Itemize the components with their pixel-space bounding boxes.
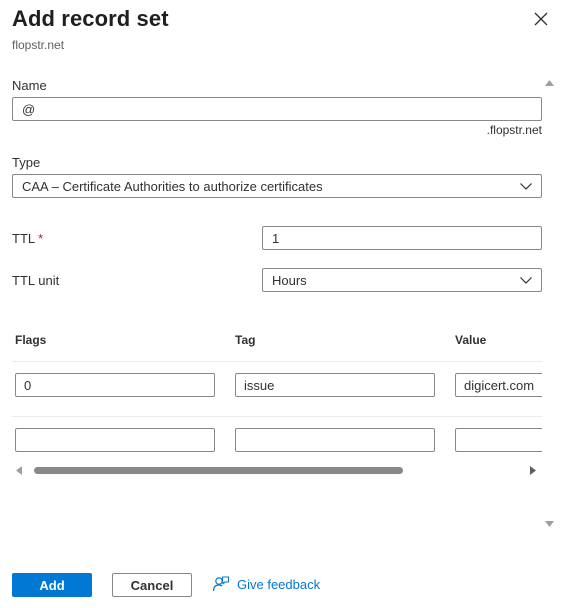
required-marker: * [38, 231, 44, 246]
close-button[interactable] [531, 9, 551, 29]
type-dropdown-value: CAA – Certificate Authorities to authori… [22, 178, 323, 194]
triangle-right-icon [530, 466, 536, 475]
type-dropdown[interactable]: CAA – Certificate Authorities to authori… [12, 174, 542, 198]
triangle-up-icon [545, 80, 554, 86]
add-button[interactable]: Add [12, 573, 92, 597]
value-input[interactable] [455, 373, 542, 397]
panel-subtitle: flopstr.net [12, 38, 65, 52]
triangle-left-icon [16, 466, 22, 475]
scroll-down-arrow[interactable] [545, 514, 554, 532]
feedback-icon [212, 576, 230, 592]
ttl-label: TTL * [12, 231, 43, 246]
type-label: Type [12, 155, 41, 170]
column-header-value: Value [455, 333, 487, 347]
ttl-unit-dropdown-value: Hours [272, 272, 307, 288]
row-divider [12, 361, 542, 362]
ttl-unit-label: TTL unit [12, 273, 60, 288]
close-icon [534, 12, 548, 26]
tag-input[interactable] [235, 373, 435, 397]
flags-input[interactable] [15, 373, 215, 397]
name-suffix: .flopstr.net [486, 123, 542, 137]
name-label: Name [12, 78, 47, 93]
ttl-label-text: TTL [12, 231, 36, 246]
chevron-down-icon [520, 182, 532, 190]
flags-input[interactable] [15, 428, 215, 452]
triangle-down-icon [545, 521, 554, 527]
column-header-flags: Flags [15, 333, 47, 347]
value-input[interactable] [455, 428, 542, 452]
name-input[interactable] [12, 97, 542, 121]
give-feedback-link[interactable]: Give feedback [212, 575, 320, 593]
horizontal-scrollbar[interactable] [12, 463, 542, 477]
scroll-up-arrow[interactable] [545, 73, 554, 91]
column-header-tag: Tag [235, 333, 256, 347]
scrollbar-thumb[interactable] [34, 467, 403, 474]
chevron-down-icon [520, 276, 532, 284]
record-grid: Flags Tag Value [12, 325, 542, 475]
ttl-unit-dropdown[interactable]: Hours [262, 268, 542, 292]
tag-input[interactable] [235, 428, 435, 452]
cancel-button[interactable]: Cancel [112, 573, 192, 597]
row-divider [12, 416, 542, 417]
panel-title: Add record set [12, 6, 169, 31]
give-feedback-label: Give feedback [237, 576, 321, 592]
ttl-input[interactable] [262, 226, 542, 250]
